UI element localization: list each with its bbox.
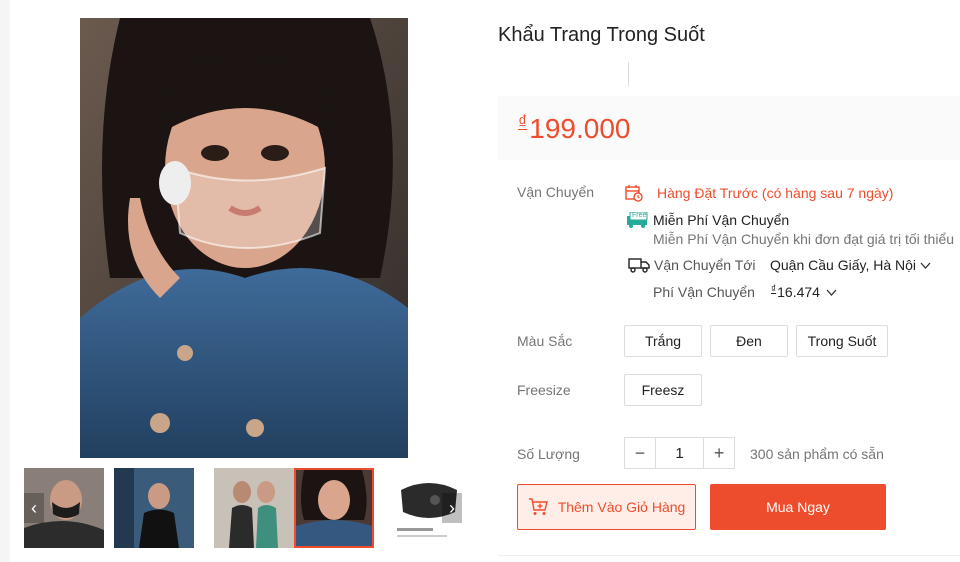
calendar-clock-icon <box>625 184 643 202</box>
free-shipping-row: Free Miễn Phí Vận Chuyển <box>625 211 790 228</box>
cart-plus-icon <box>528 498 548 516</box>
product-title: Khẩu Trang Trong Suốt <box>498 24 705 46</box>
ship-fee-selector[interactable]: ₫ 16.474 <box>771 284 837 300</box>
quantity-decrease-button[interactable]: − <box>625 438 655 468</box>
shipping-label: Vận Chuyển <box>517 184 595 200</box>
thumbnail-strip: ‹ › <box>24 468 469 548</box>
ship-fee-value: 16.474 <box>777 284 820 300</box>
stock-text: 300 sản phẩm có sẵn <box>750 446 884 462</box>
ship-to-label: Vận Chuyển Tới <box>654 257 756 273</box>
add-to-cart-label: Thêm Vào Giỏ Hàng <box>557 499 686 515</box>
add-to-cart-button[interactable]: Thêm Vào Giỏ Hàng <box>517 484 696 530</box>
ship-to-value: Quận Cầu Giấy, Hà Nội <box>770 257 917 273</box>
quantity-input[interactable]: 1 <box>654 438 705 468</box>
truck-icon <box>628 257 650 273</box>
thumbnail-4-selected[interactable] <box>294 468 374 548</box>
quantity-stepper: − 1 + <box>624 437 735 469</box>
free-shipping-desc: Miễn Phí Vận Chuyển khi đơn đạt giá trị … <box>653 231 955 247</box>
buy-now-button[interactable]: Mua Ngay <box>710 484 886 530</box>
free-shipping-icon: Free <box>625 211 649 228</box>
size-label: Freesize <box>517 382 571 398</box>
size-option-freesz[interactable]: Freesz <box>624 374 702 406</box>
gallery-prev-arrow[interactable]: ‹ <box>24 493 44 523</box>
thumbnail-3[interactable] <box>214 468 294 548</box>
main-product-image[interactable] <box>80 18 408 458</box>
ship-to-row: Vận Chuyển Tới <box>628 257 756 273</box>
chevron-down-icon <box>826 284 837 300</box>
chevron-down-icon <box>920 257 931 273</box>
product-price: ₫199.000 <box>518 112 630 145</box>
fee-currency: ₫ <box>771 283 777 295</box>
ship-fee-label: Phí Vận Chuyển <box>653 284 755 300</box>
color-option-white[interactable]: Trắng <box>624 325 702 357</box>
quantity-increase-button[interactable]: + <box>704 438 734 468</box>
price-box: ₫199.000 <box>498 96 960 160</box>
price-value: 199.000 <box>529 113 631 144</box>
divider <box>628 62 629 86</box>
gallery-next-arrow[interactable]: › <box>442 493 462 523</box>
preorder-text: Hàng Đặt Trước (có hàng sau 7 ngày) <box>657 185 894 201</box>
color-label: Màu Sắc <box>517 333 573 349</box>
free-shipping-title: Miễn Phí Vận Chuyển <box>653 212 790 228</box>
currency-symbol: ₫ <box>518 112 528 132</box>
color-option-black[interactable]: Đen <box>710 325 788 357</box>
color-option-transparent[interactable]: Trong Suốt <box>796 325 888 357</box>
preorder-row: Hàng Đặt Trước (có hàng sau 7 ngày) <box>625 184 893 202</box>
thumbnail-2[interactable] <box>114 468 194 548</box>
bottom-divider <box>498 555 960 556</box>
free-badge-text: Free <box>632 212 647 219</box>
ship-to-selector[interactable]: Quận Cầu Giấy, Hà Nội <box>770 257 931 273</box>
quantity-label: Số Lượng <box>517 446 580 462</box>
